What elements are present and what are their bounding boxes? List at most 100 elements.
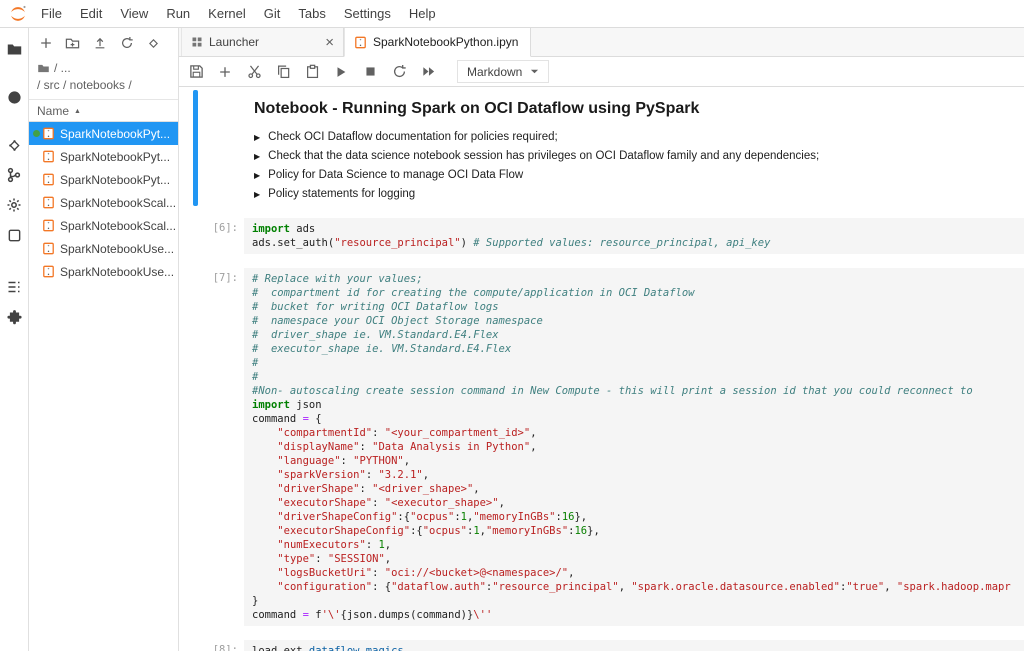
bullet-triangle-icon: ▶ [254, 187, 260, 202]
git-diamond-icon[interactable] [146, 36, 161, 51]
code-cell: [7]:# Replace with your values;# compart… [179, 268, 1024, 626]
stop-icon[interactable] [362, 64, 378, 80]
file-name: SparkNotebookUse... [60, 265, 174, 279]
cell-type-value: Markdown [467, 65, 522, 79]
breadcrumb-path[interactable]: / src / notebooks / [37, 77, 132, 94]
file-browser: / ... / src / notebooks / Name ▲ SparkNo… [29, 28, 179, 651]
tab-label: SparkNotebookPython.ipyn [373, 35, 518, 49]
main-area: Launcher × SparkNotebookPython.ipyn [179, 28, 1024, 651]
extensions-icon[interactable] [3, 306, 25, 328]
activity-bar [0, 28, 29, 651]
markdown-bullets: ▶ Check OCI Dataflow documentation for po… [254, 130, 1014, 202]
new-folder-icon[interactable] [65, 36, 80, 51]
refresh-icon[interactable] [119, 36, 134, 51]
file-name: SparkNotebookScal... [60, 219, 176, 233]
menu-kernel[interactable]: Kernel [199, 0, 255, 27]
run-icon[interactable] [333, 64, 349, 80]
markdown-bullet: ▶Policy for Data Science to manage OCI D… [254, 168, 1014, 183]
notebook-file-icon [42, 265, 55, 278]
notebook-file-icon [42, 242, 55, 255]
running-kernels-icon[interactable] [3, 86, 25, 108]
cell-prompt: [6]: [198, 218, 244, 254]
insert-cell-icon[interactable] [217, 64, 233, 80]
file-browser-toolbar [29, 28, 178, 58]
menu-tabs[interactable]: Tabs [289, 0, 334, 27]
bullet-text: Policy for Data Science to manage OCI Da… [268, 168, 523, 183]
bullet-text: Check OCI Dataflow documentation for pol… [268, 130, 558, 145]
close-icon[interactable]: × [325, 35, 334, 50]
file-name: SparkNotebookUse... [60, 242, 174, 256]
file-item[interactable]: SparkNotebookPyt... [29, 145, 178, 168]
restart-run-all-icon[interactable] [420, 64, 436, 80]
markdown-bullet: ▶ Policy statements for logging [254, 187, 1014, 202]
menu-bar-items: FileEditViewRunKernelGitTabsSettingsHelp [32, 0, 445, 27]
file-item[interactable]: SparkNotebookPyt... [29, 122, 178, 145]
restart-kernel-icon[interactable] [391, 64, 407, 80]
bullet-text: Check that the data science notebook ses… [268, 149, 819, 164]
tab-label: Launcher [209, 35, 259, 49]
copy-icon[interactable] [275, 64, 291, 80]
markdown-bullet: ▶ Check OCI Dataflow documentation for po… [254, 130, 1014, 145]
tab-bar: Launcher × SparkNotebookPython.ipyn [179, 28, 1024, 57]
commands-icon[interactable] [3, 224, 25, 246]
file-item[interactable]: SparkNotebookScal... [29, 214, 178, 237]
paste-icon[interactable] [304, 64, 320, 80]
tab-launcher[interactable]: Launcher × [181, 28, 344, 56]
file-name: SparkNotebookPyt... [60, 173, 170, 187]
menu-git[interactable]: Git [255, 0, 290, 27]
code-cell: [8]:load_ext dataflow.magics [179, 640, 1024, 651]
running-kernel-dot [31, 130, 42, 137]
markdown-body: Notebook - Running Spark on OCI Dataflow… [244, 90, 1024, 206]
branches-icon[interactable] [3, 164, 25, 186]
markdown-cell[interactable]: Notebook - Running Spark on OCI Dataflow… [179, 90, 1024, 206]
menu-run[interactable]: Run [157, 0, 199, 27]
tab-notebook[interactable]: SparkNotebookPython.ipyn [344, 28, 531, 57]
bullet-triangle-icon: ▶ [254, 130, 260, 145]
cell-input[interactable]: # Replace with your values;# compartment… [244, 268, 1024, 626]
jupyter-logo [6, 4, 30, 24]
file-item[interactable]: SparkNotebookUse... [29, 237, 178, 260]
cut-icon[interactable] [246, 64, 262, 80]
settings-gear-icon[interactable] [3, 194, 25, 216]
file-name: SparkNotebookScal... [60, 196, 176, 210]
menu-help[interactable]: Help [400, 0, 445, 27]
git-icon[interactable] [3, 134, 25, 156]
breadcrumb-root[interactable]: / ... [54, 60, 71, 77]
cell-prompt: [8]: [198, 640, 244, 651]
new-launcher-icon[interactable] [38, 36, 53, 51]
cell-input[interactable]: import adsads.set_auth("resource_princip… [244, 218, 1024, 254]
file-list-name-header[interactable]: Name ▲ [29, 99, 178, 122]
markdown-title: Notebook - Running Spark on OCI Dataflow… [254, 100, 1014, 118]
menu-file[interactable]: File [32, 0, 71, 27]
upload-icon[interactable] [92, 36, 107, 51]
file-item[interactable]: SparkNotebookScal... [29, 191, 178, 214]
cell-input[interactable]: load_ext dataflow.magics [244, 640, 1024, 651]
bullet-triangle-icon: ▶ [254, 149, 260, 164]
file-item[interactable]: SparkNotebookUse... [29, 260, 178, 283]
sort-caret-icon: ▲ [74, 108, 81, 115]
notebook-file-icon [42, 196, 55, 209]
notebook-content: Notebook - Running Spark on OCI Dataflow… [179, 87, 1024, 651]
file-name: SparkNotebookPyt... [60, 127, 170, 141]
table-of-contents-icon[interactable] [3, 276, 25, 298]
code-cell: [6]:import adsads.set_auth("resource_pri… [179, 218, 1024, 254]
cell-prompt: [7]: [198, 268, 244, 626]
notebook-file-icon [42, 219, 55, 232]
menu-view[interactable]: View [111, 0, 157, 27]
notebook-toolbar: Markdown [179, 57, 1024, 87]
breadcrumb: / ... / src / notebooks / [29, 58, 178, 99]
menu-edit[interactable]: Edit [71, 0, 111, 27]
save-icon[interactable] [188, 64, 204, 80]
notebook-file-icon [42, 150, 55, 163]
file-browser-icon[interactable] [3, 38, 25, 60]
notebook-file-icon [354, 36, 367, 49]
markdown-bullet: ▶ Check that the data science notebook se… [254, 149, 1014, 164]
file-name: SparkNotebookPyt... [60, 150, 170, 164]
file-item[interactable]: SparkNotebookPyt... [29, 168, 178, 191]
menu-settings[interactable]: Settings [335, 0, 400, 27]
file-list: SparkNotebookPyt... SparkNotebookPyt... Sp… [29, 122, 178, 283]
code-cells: [6]:import adsads.set_auth("resource_pri… [179, 218, 1024, 651]
breadcrumb-folder-icon[interactable] [37, 62, 50, 75]
cell-type-dropdown[interactable]: Markdown [457, 60, 549, 83]
bullet-text: Policy statements for logging [268, 187, 415, 202]
